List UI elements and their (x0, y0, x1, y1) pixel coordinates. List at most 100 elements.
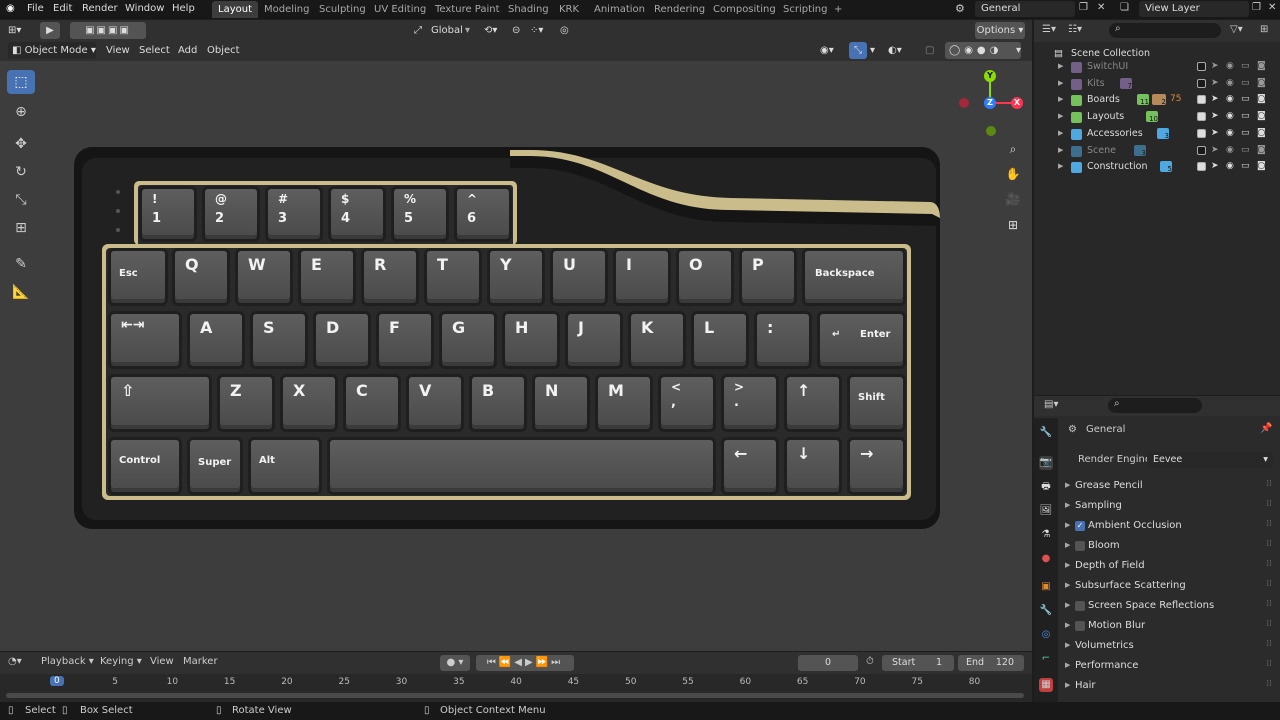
key-period[interactable]: >. (721, 374, 779, 432)
eye-icon[interactable]: ◉ (1226, 94, 1234, 104)
properties-panel-row[interactable]: ▶ Grease Pencil ⁞⁞ (1062, 478, 1280, 496)
panel-enable-checkbox[interactable] (1075, 601, 1085, 611)
eye-icon[interactable]: ◉ (1226, 111, 1234, 121)
expand-arrow-icon[interactable]: ▶ (1058, 79, 1063, 87)
expand-arrow-icon[interactable]: ▶ (1065, 561, 1070, 569)
drag-handle-icon[interactable]: ⁞⁞ (1266, 639, 1272, 649)
close-view-layer-icon[interactable]: ✕ (1268, 2, 1276, 13)
render-tab-icon[interactable]: 📷 (1039, 456, 1053, 470)
options-button[interactable]: Options ▾ (975, 22, 1025, 39)
key-arrow-down[interactable]: ↓ (784, 437, 842, 495)
properties-panel-row[interactable]: ▶ Depth of Field ⁞⁞ (1062, 558, 1280, 576)
properties-panel-row[interactable]: ▶ Screen Space Reflections ⁞⁞ (1062, 598, 1280, 616)
texture-tab-icon[interactable]: ▦ (1039, 678, 1053, 692)
menu-select[interactable]: Select (139, 42, 170, 59)
key-i[interactable]: I (613, 248, 671, 306)
tab-krk[interactable]: KRK (553, 1, 585, 18)
expand-arrow-icon[interactable]: ▶ (1065, 581, 1070, 589)
monitor-icon[interactable]: ▭ (1241, 61, 1250, 71)
view-layer-selector[interactable]: View Layer (1139, 1, 1249, 17)
key-space[interactable] (327, 437, 716, 495)
key-k[interactable]: K (628, 311, 686, 369)
zoom-icon[interactable]: ⌕ (1003, 139, 1023, 159)
visibility-icon[interactable]: ◉▾ (820, 42, 834, 59)
expand-arrow-icon[interactable]: ▶ (1065, 501, 1070, 509)
key-arrow-left[interactable]: ← (721, 437, 779, 495)
stopwatch-icon[interactable]: ⏱ (866, 656, 874, 667)
scene-selector[interactable]: General (975, 1, 1075, 17)
properties-panel-row[interactable]: ▶ Hair ⁞⁞ (1062, 678, 1280, 696)
key-u[interactable]: U (550, 248, 608, 306)
playback-controls-icons[interactable]: ⏮⏪◀▶⏩⏭ (476, 655, 574, 671)
exclude-checkbox[interactable] (1197, 95, 1206, 105)
menu-object[interactable]: Object (207, 42, 240, 59)
display-mode-icon[interactable]: ☷▾ (1068, 24, 1082, 35)
select-tool-icon[interactable]: ▶ (40, 22, 60, 39)
chevron-down-icon[interactable]: ▾ (1016, 42, 1021, 59)
tab-modeling[interactable]: Modeling (258, 1, 316, 18)
cursor-tool-icon[interactable]: ⊕ (7, 100, 35, 124)
expand-arrow-icon[interactable]: ▶ (1058, 129, 1063, 137)
key-a[interactable]: A (187, 311, 245, 369)
drag-handle-icon[interactable]: ⁞⁞ (1266, 539, 1272, 549)
pin-icon[interactable]: 📌 (1260, 423, 1272, 434)
properties-panel-row[interactable]: ▶ Sampling ⁞⁞ (1062, 498, 1280, 516)
gizmo-z-axis[interactable]: Z (984, 97, 996, 109)
key-q[interactable]: Q (172, 248, 230, 306)
key-b[interactable]: B (469, 374, 527, 432)
key-g[interactable]: G (439, 311, 497, 369)
key-control[interactable]: Control (108, 437, 182, 495)
expand-arrow-icon[interactable]: ▶ (1065, 481, 1070, 489)
key-tab[interactable]: ⇤⇥ (108, 311, 182, 369)
tab-texture-paint[interactable]: Texture Paint (429, 1, 506, 18)
select-arrow-icon[interactable]: ➤ (1211, 61, 1219, 71)
scale-tool-icon[interactable]: ⤡ (7, 188, 35, 212)
annotate-tool-icon[interactable]: ✎ (7, 252, 35, 276)
menu-window[interactable]: Window (125, 3, 164, 14)
exclude-checkbox[interactable] (1197, 78, 1206, 88)
monitor-icon[interactable]: ▭ (1241, 128, 1250, 138)
key-r[interactable]: R (361, 248, 419, 306)
expand-arrow-icon[interactable]: ▶ (1065, 681, 1070, 689)
outliner-row[interactable]: ▶ Boards 11 2 75 ➤ ◉ ▭ ◙ (1034, 92, 1280, 108)
key-t[interactable]: T (424, 248, 482, 306)
drag-handle-icon[interactable]: ⁞⁞ (1266, 679, 1272, 689)
editor-type-icon[interactable]: ☰▾ (1042, 24, 1056, 35)
menu-help[interactable]: Help (172, 3, 195, 14)
expand-arrow-icon[interactable]: ▶ (1065, 521, 1070, 529)
camera-icon[interactable]: ◙ (1257, 78, 1266, 88)
outliner-row[interactable]: ▶ Accessories 3 ➤ ◉ ▭ ◙ (1034, 126, 1280, 142)
key-v[interactable]: V (406, 374, 464, 432)
select-arrow-icon[interactable]: ➤ (1211, 94, 1219, 104)
scene-tab-icon[interactable]: ⚗ (1039, 528, 1053, 542)
key-3[interactable]: #3 (265, 186, 323, 242)
key-x[interactable]: X (280, 374, 338, 432)
gizmo-toggle-icon[interactable]: ⤡ (849, 42, 867, 59)
output-tab-icon[interactable]: 🖶 (1039, 480, 1053, 494)
menu-file[interactable]: File (27, 3, 44, 14)
selection-mode-icons[interactable]: ▣▣▣▣ (70, 22, 146, 39)
exclude-checkbox[interactable] (1197, 145, 1206, 155)
key-l[interactable]: L (691, 311, 749, 369)
add-workspace-icon[interactable]: + (828, 1, 848, 18)
proportional-edit-icon[interactable]: ◎ (560, 22, 569, 39)
eye-icon[interactable]: ◉ (1226, 78, 1234, 88)
snap-target-icon[interactable]: ⁘▾ (530, 22, 543, 39)
copy-view-layer-icon[interactable]: ❐ (1252, 2, 1261, 13)
properties-search-input[interactable]: ⌕ (1108, 398, 1202, 413)
select-arrow-icon[interactable]: ➤ (1211, 111, 1219, 121)
gizmo-x-axis[interactable]: X (1011, 97, 1023, 109)
exclude-checkbox[interactable] (1197, 128, 1206, 138)
monitor-icon[interactable]: ▭ (1241, 94, 1250, 104)
select-arrow-icon[interactable]: ➤ (1211, 145, 1219, 155)
timeline-scrollbar[interactable] (6, 693, 1024, 698)
camera-icon[interactable]: 🎥 (1003, 189, 1023, 209)
menu-render[interactable]: Render (82, 3, 118, 14)
drag-handle-icon[interactable]: ⁞⁞ (1266, 559, 1272, 569)
key-esc[interactable]: Esc (108, 248, 168, 306)
menu-playback[interactable]: Playback ▾ (41, 656, 94, 667)
chevron-down-icon[interactable]: ▾ (870, 42, 875, 59)
properties-panel-row[interactable]: ▶ Subsurface Scattering ⁞⁞ (1062, 578, 1280, 596)
key-enter[interactable]: ↵ Enter (817, 311, 906, 369)
exclude-checkbox[interactable] (1197, 162, 1206, 172)
